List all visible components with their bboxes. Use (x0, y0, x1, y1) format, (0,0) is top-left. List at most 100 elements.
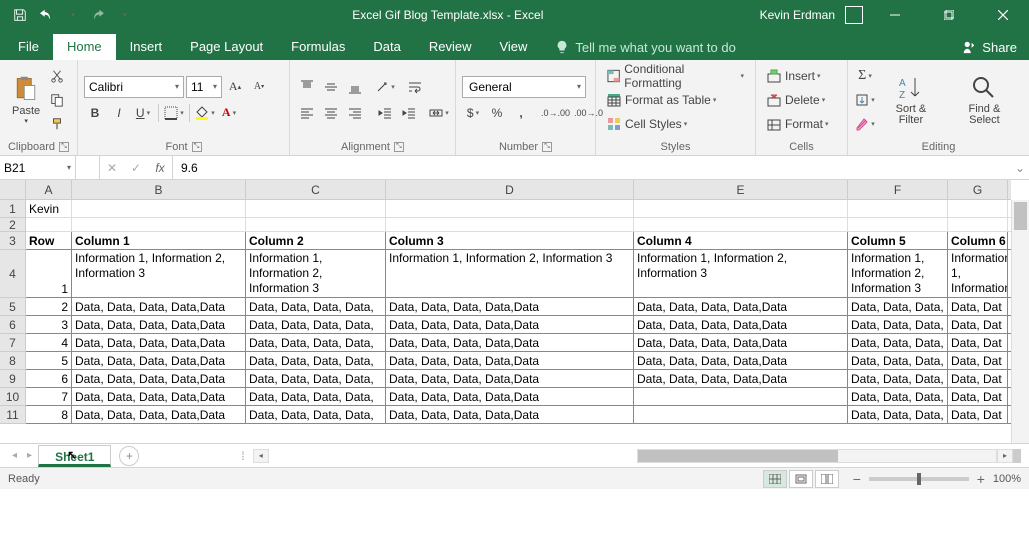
sort-filter-button[interactable]: AZ Sort & Filter (876, 66, 946, 134)
row-header-4[interactable]: 4 (0, 250, 25, 298)
row-header-1[interactable]: 1 (0, 200, 25, 218)
cell[interactable]: Column 3 (386, 232, 634, 249)
increase-font-button[interactable]: A▴ (224, 76, 246, 98)
spreadsheet-grid[interactable]: ABCDEFG 1234567891011 KevinRowColumn 1Co… (0, 180, 1029, 443)
cell[interactable] (848, 218, 948, 231)
font-dialog[interactable]: ⤡ (192, 142, 202, 152)
cell[interactable]: Kevin (26, 200, 72, 217)
tab-data[interactable]: Data (359, 34, 414, 60)
column-header-C[interactable]: C (246, 180, 386, 199)
align-top-button[interactable] (296, 76, 318, 98)
row-header-10[interactable]: 10 (0, 388, 25, 406)
cell[interactable]: Data, Data, Data, Data,Data (386, 406, 634, 423)
decrease-indent-button[interactable] (374, 102, 396, 124)
vertical-scroll-thumb[interactable] (1014, 202, 1027, 230)
cell[interactable]: Data, Data, Data, Data,Data (386, 316, 634, 333)
cell[interactable]: Information 1, Information 2, Informatio… (848, 250, 948, 297)
row-header-8[interactable]: 8 (0, 352, 25, 370)
formula-input[interactable] (173, 156, 1011, 179)
cell[interactable]: Data, Data, Data, Data, (246, 352, 386, 369)
cell[interactable] (948, 218, 1008, 231)
cell[interactable] (634, 218, 848, 231)
page-layout-view-button[interactable] (789, 470, 813, 488)
tab-home[interactable]: Home (53, 34, 116, 60)
cell[interactable]: Row (26, 232, 72, 249)
underline-button[interactable]: U (132, 102, 154, 124)
cell[interactable] (72, 218, 246, 231)
cell[interactable]: Data, Data, Data, Data,Data (386, 298, 634, 315)
user-name[interactable]: Kevin Erdman (760, 8, 835, 22)
cell[interactable] (246, 200, 386, 217)
cell[interactable]: Data, Data, Data, Data,Data (634, 316, 848, 333)
increase-decimal-button[interactable]: .0→.00 (540, 102, 571, 124)
minimize-button[interactable] (873, 0, 917, 30)
number-format-select[interactable]: General▾ (462, 76, 586, 98)
insert-function-button[interactable]: fx (148, 157, 172, 179)
tab-page-layout[interactable]: Page Layout (176, 34, 277, 60)
zoom-level[interactable]: 100% (993, 473, 1021, 485)
tab-file[interactable]: File (4, 34, 53, 60)
percent-button[interactable]: % (486, 102, 508, 124)
column-header-B[interactable]: B (72, 180, 246, 199)
column-header-A[interactable]: A (26, 180, 72, 199)
format-cells-button[interactable]: Format (762, 113, 834, 135)
delete-cells-button[interactable]: Delete (762, 89, 830, 111)
cell[interactable]: Data, Data, Data, Data, (246, 298, 386, 315)
row-header-9[interactable]: 9 (0, 370, 25, 388)
sheet-nav-prev[interactable]: ◂ (8, 450, 21, 461)
align-left-button[interactable] (296, 102, 318, 124)
cell[interactable]: Data, Data, Data, Data,Data (386, 388, 634, 405)
cell[interactable]: Information 1, Information 2, Informatio… (72, 250, 246, 297)
row-header-3[interactable]: 3 (0, 232, 25, 250)
horizontal-scroll-thumb[interactable] (638, 450, 838, 462)
cell[interactable]: 7 (26, 388, 72, 405)
cell[interactable]: Data, Data, Data, Data,Data (634, 352, 848, 369)
vertical-scrollbar[interactable] (1011, 200, 1029, 443)
bold-button[interactable]: B (84, 102, 106, 124)
font-size-select[interactable]: 11▾ (186, 76, 222, 98)
cell[interactable]: Column 4 (634, 232, 848, 249)
cell[interactable]: Data, Data, Data, Data, (246, 388, 386, 405)
row-header-7[interactable]: 7 (0, 334, 25, 352)
merge-button[interactable] (428, 102, 450, 124)
cell[interactable] (386, 218, 634, 231)
cell-styles-button[interactable]: Cell Styles (602, 113, 692, 135)
tab-view[interactable]: View (485, 34, 541, 60)
find-select-button[interactable]: Find & Select (946, 66, 1023, 134)
zoom-in-button[interactable]: + (975, 471, 987, 487)
cell[interactable] (386, 200, 634, 217)
cell[interactable]: 3 (26, 316, 72, 333)
cell[interactable]: Information 1, Information 2, Informatio… (634, 250, 848, 297)
cell[interactable] (948, 200, 1008, 217)
zoom-out-button[interactable]: − (851, 471, 863, 487)
wrap-text-button[interactable] (404, 76, 426, 98)
cell[interactable]: Data, Data, Data, Data,Data (72, 316, 246, 333)
copy-button[interactable] (46, 89, 68, 111)
cell[interactable]: Data, Data, Data, (848, 370, 948, 387)
cell[interactable]: Information 1, Information 2, Informatio… (386, 250, 634, 297)
cell[interactable]: Data, Data, Data, Data,Data (72, 370, 246, 387)
cell[interactable]: Data, Data, Data, (848, 334, 948, 351)
align-right-button[interactable] (344, 102, 366, 124)
conditional-formatting-button[interactable]: Conditional Formatting (602, 65, 749, 87)
number-dialog[interactable]: ⤡ (542, 142, 552, 152)
cell[interactable]: 5 (26, 352, 72, 369)
cancel-formula-button[interactable]: ✕ (100, 157, 124, 179)
cell[interactable]: Data, Data, Data, (848, 352, 948, 369)
restore-button[interactable] (927, 0, 971, 30)
cell[interactable]: Data, Dat (948, 370, 1008, 387)
cell[interactable]: Data, Data, Data, (848, 406, 948, 423)
cell[interactable]: Data, Data, Data, (848, 298, 948, 315)
expand-formula-bar[interactable]: ⌄ (1011, 156, 1029, 179)
cell[interactable]: Data, Data, Data, Data,Data (386, 352, 634, 369)
cell[interactable]: Data, Data, Data, Data,Data (72, 352, 246, 369)
font-color-button[interactable]: A (218, 102, 240, 124)
align-middle-button[interactable] (320, 76, 342, 98)
close-button[interactable] (981, 0, 1025, 30)
horizontal-scrollbar[interactable] (637, 449, 997, 463)
add-sheet-button[interactable]: + (119, 446, 139, 466)
cell[interactable]: Data, Data, Data, Data,Data (72, 334, 246, 351)
redo-icon[interactable] (86, 3, 110, 27)
cell[interactable] (72, 200, 246, 217)
cell[interactable]: Data, Data, Data, Data,Data (386, 334, 634, 351)
